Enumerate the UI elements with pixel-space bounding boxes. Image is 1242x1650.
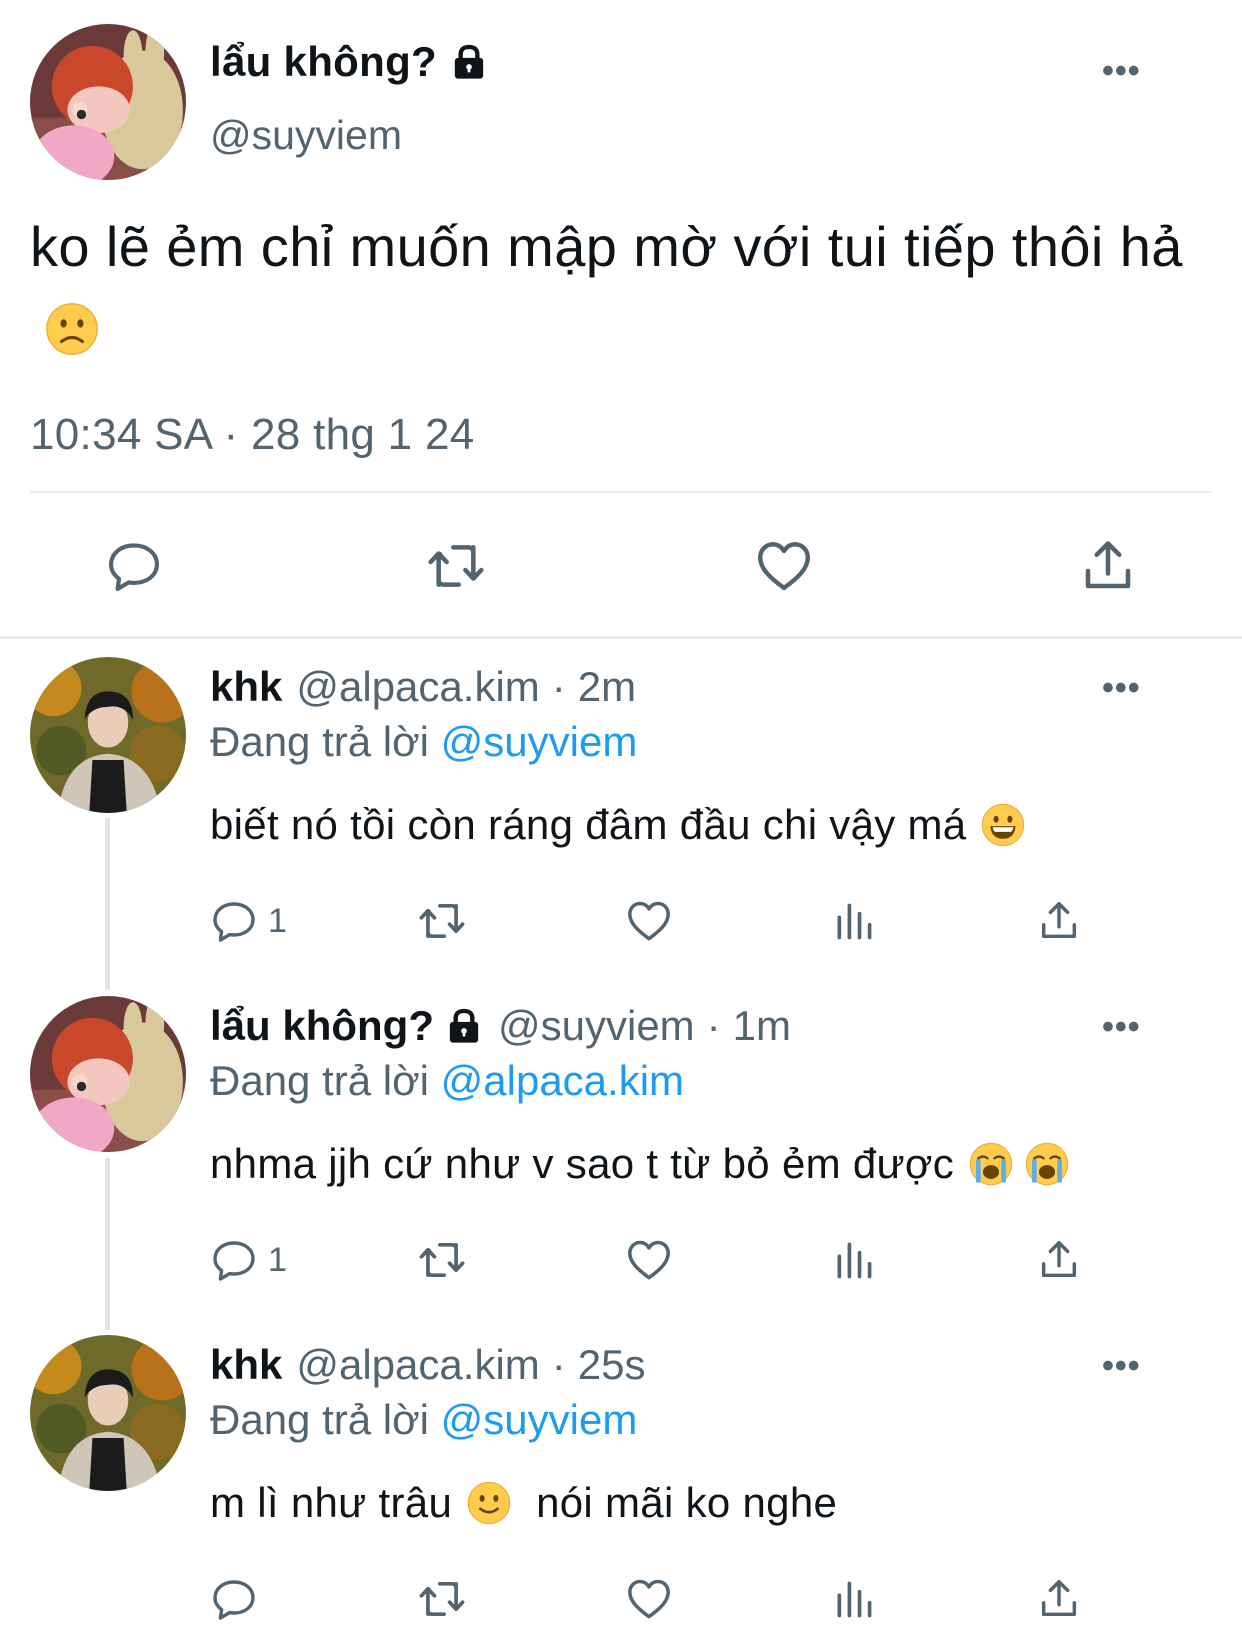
- more-icon[interactable]: •••: [1102, 1010, 1141, 1044]
- author-handle[interactable]: @alpaca.kim: [296, 1341, 539, 1389]
- more-icon[interactable]: •••: [1102, 1349, 1141, 1383]
- author-name[interactable]: lẩu không?: [210, 38, 489, 86]
- reply-time[interactable]: 1m: [733, 1002, 791, 1050]
- lock-icon: [444, 1006, 484, 1046]
- retweet-icon[interactable]: [416, 1569, 468, 1629]
- reply-time[interactable]: 25s: [578, 1341, 646, 1389]
- views-icon[interactable]: [832, 891, 876, 951]
- like-icon[interactable]: [752, 536, 816, 596]
- reply-button[interactable]: 1: [210, 891, 287, 951]
- divider: [30, 491, 1212, 493]
- retweet-icon[interactable]: [416, 891, 468, 951]
- share-icon[interactable]: [1036, 1230, 1082, 1290]
- slightly-smiling-face-emoji: [466, 1480, 512, 1526]
- share-icon[interactable]: [1036, 891, 1082, 951]
- tweet-timestamp[interactable]: 10:34 SA · 28 thg 1 24: [30, 410, 475, 460]
- mention-link[interactable]: @suyviem: [441, 1396, 638, 1443]
- mention-link[interactable]: @alpaca.kim: [441, 1057, 684, 1104]
- reply-count: 1: [268, 901, 287, 940]
- reply-text: biết nó tồi còn ráng đâm đầu chi vậy má: [210, 801, 1026, 849]
- views-icon[interactable]: [832, 1230, 876, 1290]
- views-icon[interactable]: [832, 1569, 876, 1629]
- more-icon[interactable]: •••: [1102, 54, 1141, 88]
- slightly-frowning-face-emoji: [44, 301, 100, 357]
- reply-button[interactable]: [210, 1569, 258, 1629]
- divider: [0, 636, 1242, 639]
- reply-count: 1: [268, 1240, 287, 1279]
- author-handle[interactable]: @suyviem: [210, 112, 402, 159]
- reply-icon: [210, 1575, 258, 1623]
- tweet-text: ko lẽ ẻm chỉ muốn mập mờ với tui tiếp th…: [30, 205, 1230, 373]
- reply-time[interactable]: 2m: [578, 663, 636, 711]
- reply-actions: 1: [210, 891, 1090, 951]
- avatar[interactable]: [30, 24, 186, 180]
- like-icon[interactable]: [624, 891, 674, 951]
- lock-icon: [449, 42, 489, 82]
- reply-text: m lì như trâu nói mãi ko nghe: [210, 1479, 838, 1526]
- avatar[interactable]: [30, 1335, 186, 1491]
- grinning-face-emoji: [980, 802, 1026, 848]
- replying-to: Đang trả lời @suyviem: [210, 718, 638, 765]
- mention-link[interactable]: @suyviem: [441, 718, 638, 765]
- loudly-crying-face-emoji: [968, 1141, 1014, 1187]
- avatar[interactable]: [30, 657, 186, 813]
- reply-text: nhma jjh cứ như v sao t từ bỏ ẻm được: [210, 1140, 1070, 1188]
- author-name[interactable]: khk: [210, 1341, 282, 1389]
- avatar[interactable]: [30, 996, 186, 1152]
- thread-line: [105, 1158, 110, 1330]
- reply-button[interactable]: 1: [210, 1230, 287, 1290]
- reply-icon: [210, 1236, 258, 1284]
- more-icon[interactable]: •••: [1102, 671, 1141, 705]
- reply-icon: [210, 897, 258, 945]
- reply-actions: [210, 1569, 1090, 1629]
- reply-header: khk @alpaca.kim · 2m: [210, 663, 637, 711]
- share-icon[interactable]: [1076, 536, 1140, 596]
- author-handle[interactable]: @suyviem: [498, 1002, 695, 1050]
- retweet-icon[interactable]: [424, 536, 488, 596]
- retweet-icon[interactable]: [416, 1230, 468, 1290]
- like-icon[interactable]: [624, 1230, 674, 1290]
- replying-to: Đang trả lời @alpaca.kim: [210, 1057, 685, 1104]
- author-name[interactable]: lẩu không?: [210, 1002, 484, 1050]
- reply-header: khk @alpaca.kim · 25s: [210, 1341, 646, 1389]
- author-handle[interactable]: @alpaca.kim: [296, 663, 539, 711]
- reply-header: lẩu không? @suyviem · 1m: [210, 1002, 792, 1050]
- reply-actions: 1: [210, 1230, 1090, 1290]
- replying-to: Đang trả lời @suyviem: [210, 1396, 638, 1443]
- thread-line: [105, 818, 110, 990]
- like-icon[interactable]: [624, 1569, 674, 1629]
- loudly-crying-face-emoji: [1024, 1141, 1070, 1187]
- reply-icon[interactable]: [102, 536, 166, 596]
- share-icon[interactable]: [1036, 1569, 1082, 1629]
- author-name[interactable]: khk: [210, 663, 282, 711]
